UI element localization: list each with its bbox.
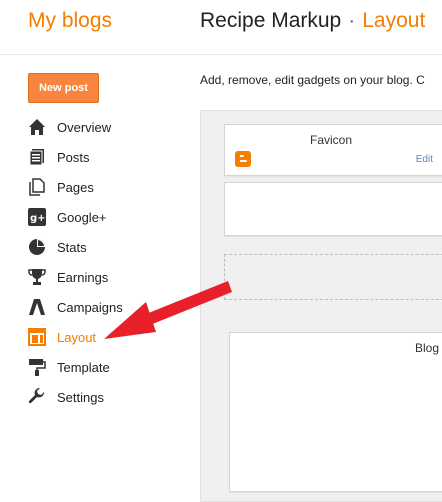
current-page-name: Layout — [362, 9, 426, 32]
new-post-button[interactable]: New post — [28, 73, 99, 103]
sidebar-item-stats[interactable]: Stats — [28, 236, 188, 258]
gadget-title: Favicon — [309, 133, 353, 147]
sidebar-item-label: Posts — [57, 149, 90, 165]
sidebar-item-label: Campaigns — [57, 299, 123, 315]
layout-instructions: Add, remove, edit gadgets on your blog. … — [200, 73, 425, 87]
sidebar-item-template[interactable]: Template — [28, 356, 188, 378]
header-divider — [0, 54, 442, 55]
stats-icon — [28, 238, 46, 256]
page-title: Recipe Markup · Layout — [200, 9, 425, 33]
sidebar-item-campaigns[interactable]: Campaigns — [28, 296, 188, 318]
gadget-title: Blog — [414, 341, 439, 355]
google-plus-icon: g+ — [28, 208, 46, 226]
sidebar-item-label: Google+ — [57, 209, 107, 225]
wrench-icon — [28, 388, 46, 406]
sidebar-item-posts[interactable]: Posts — [28, 146, 188, 168]
sidebar-item-overview[interactable]: Overview — [28, 116, 188, 138]
blog-posts-gadget[interactable]: Blog — [229, 332, 442, 492]
blogger-icon — [235, 151, 251, 167]
layout-icon — [28, 328, 46, 346]
home-icon — [28, 118, 46, 136]
sidebar-item-label: Settings — [57, 389, 104, 405]
sidebar-item-label: Template — [57, 359, 110, 375]
svg-text:g+: g+ — [30, 213, 46, 224]
sidebar-item-label: Pages — [57, 179, 94, 195]
favicon-gadget[interactable]: Favicon Edit — [224, 124, 442, 176]
sidebar-item-google-plus[interactable]: g+ Google+ — [28, 206, 188, 228]
posts-icon — [28, 148, 46, 166]
campaigns-icon — [28, 298, 46, 316]
blog-name: Recipe Markup — [200, 9, 342, 32]
sidebar-item-label: Earnings — [57, 269, 109, 285]
template-icon — [28, 358, 46, 376]
my-blogs-link[interactable]: My blogs — [28, 9, 112, 33]
header-gadget[interactable] — [224, 182, 442, 236]
sidebar-item-label: Overview — [57, 119, 112, 135]
add-gadget-area[interactable] — [224, 254, 442, 300]
sidebar-item-label: Layout — [57, 329, 97, 345]
pages-icon — [28, 178, 46, 196]
sidebar-item-layout[interactable]: Layout — [28, 326, 188, 348]
sidebar-item-settings[interactable]: Settings — [28, 386, 188, 408]
sidebar-item-pages[interactable]: Pages — [28, 176, 188, 198]
trophy-icon — [28, 268, 46, 286]
edit-link[interactable]: Edit — [416, 154, 433, 165]
sidebar-item-earnings[interactable]: Earnings — [28, 266, 188, 288]
sidebar-item-label: Stats — [57, 239, 87, 255]
title-separator: · — [348, 9, 356, 32]
